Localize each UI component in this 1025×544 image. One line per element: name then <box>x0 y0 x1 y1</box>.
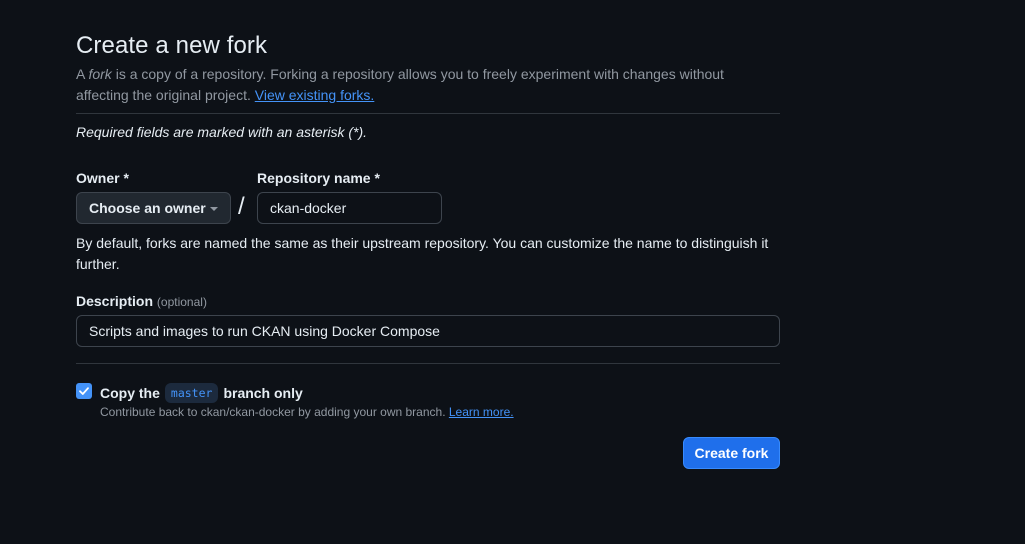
page-title: Create a new fork <box>76 32 268 59</box>
copy-branch-suffix: branch only <box>223 385 303 401</box>
description-label: Description (optional) <box>76 293 207 309</box>
owner-label: Owner * <box>76 170 129 186</box>
check-icon <box>79 387 89 395</box>
intro-text: A fork is a copy of a repository. Forkin… <box>76 64 780 106</box>
copy-branch-checkbox[interactable] <box>76 383 92 399</box>
description-label-text: Description <box>76 293 154 309</box>
copy-branch-label[interactable]: Copy the master branch only <box>100 383 303 403</box>
fork-name-help-text: By default, forks are named the same as … <box>76 235 769 272</box>
divider-bottom <box>76 363 780 364</box>
divider-top <box>76 113 780 114</box>
owner-dropdown-button[interactable]: Choose an owner <box>76 192 231 224</box>
required-fields-note: Required fields are marked with an aster… <box>76 124 368 140</box>
owner-repo-separator: / <box>238 193 245 220</box>
copy-branch-prefix: Copy the <box>100 385 160 401</box>
optional-hint: (optional) <box>156 295 207 309</box>
owner-dropdown-label: Choose an owner <box>89 200 206 216</box>
intro-body: is a copy of a repository. Forking a rep… <box>76 66 724 103</box>
triangle-down-icon <box>210 207 218 211</box>
repository-name-label: Repository name * <box>257 170 380 186</box>
branch-name-code: master <box>164 383 219 403</box>
copy-branch-help-text: Contribute back to ckan/ckan-docker by a… <box>100 405 449 419</box>
repository-name-input[interactable] <box>257 192 442 224</box>
create-fork-button[interactable]: Create fork <box>683 437 780 469</box>
description-input[interactable] <box>76 315 780 347</box>
copy-branch-help: Contribute back to ckan/ckan-docker by a… <box>100 405 514 419</box>
view-existing-forks-link[interactable]: View existing forks. <box>255 87 375 103</box>
intro-prefix: A <box>76 66 89 82</box>
intro-fork-word: fork <box>88 66 112 82</box>
learn-more-link[interactable]: Learn more. <box>449 405 514 419</box>
